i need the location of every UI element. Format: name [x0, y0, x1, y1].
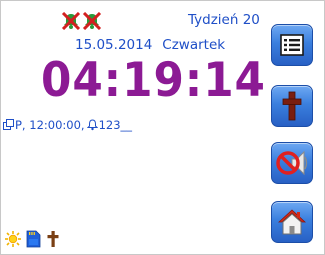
cross-icon [45, 230, 61, 248]
status-text: P, 12:00:00, [15, 118, 85, 132]
date-line: 15.05.2014 Czwartek [75, 37, 225, 53]
cross-button[interactable] [271, 85, 313, 127]
weekday: Czwartek [162, 37, 226, 53]
clock-time: 04:19:14 [41, 53, 266, 108]
date: 15.05.2014 [75, 37, 153, 53]
menu-list-button[interactable] [271, 24, 313, 66]
muted-bell-icon [82, 11, 102, 31]
bottom-status-icons [5, 230, 61, 248]
cross-icon [282, 91, 302, 121]
speaker-mute-icon [276, 150, 308, 176]
clock-screen: Tydzień 20 15.05.2014 Czwartek 04:19:14 P… [0, 0, 325, 255]
bell-icon [86, 119, 98, 131]
alert-indicators [61, 11, 102, 31]
mute-speaker-button[interactable] [271, 142, 313, 184]
memory-card-icon [25, 230, 41, 248]
sun-icon [5, 230, 21, 248]
counter-text: 123__ [98, 118, 133, 132]
muted-bell-icon [61, 11, 81, 31]
home-icon [277, 209, 307, 235]
status-line: P, 12:00:00, 123__ [3, 118, 132, 132]
home-button[interactable] [271, 201, 313, 243]
week-number: Tydzień 20 [188, 12, 260, 28]
list-icon [280, 34, 304, 56]
schedule-icon [3, 119, 14, 131]
